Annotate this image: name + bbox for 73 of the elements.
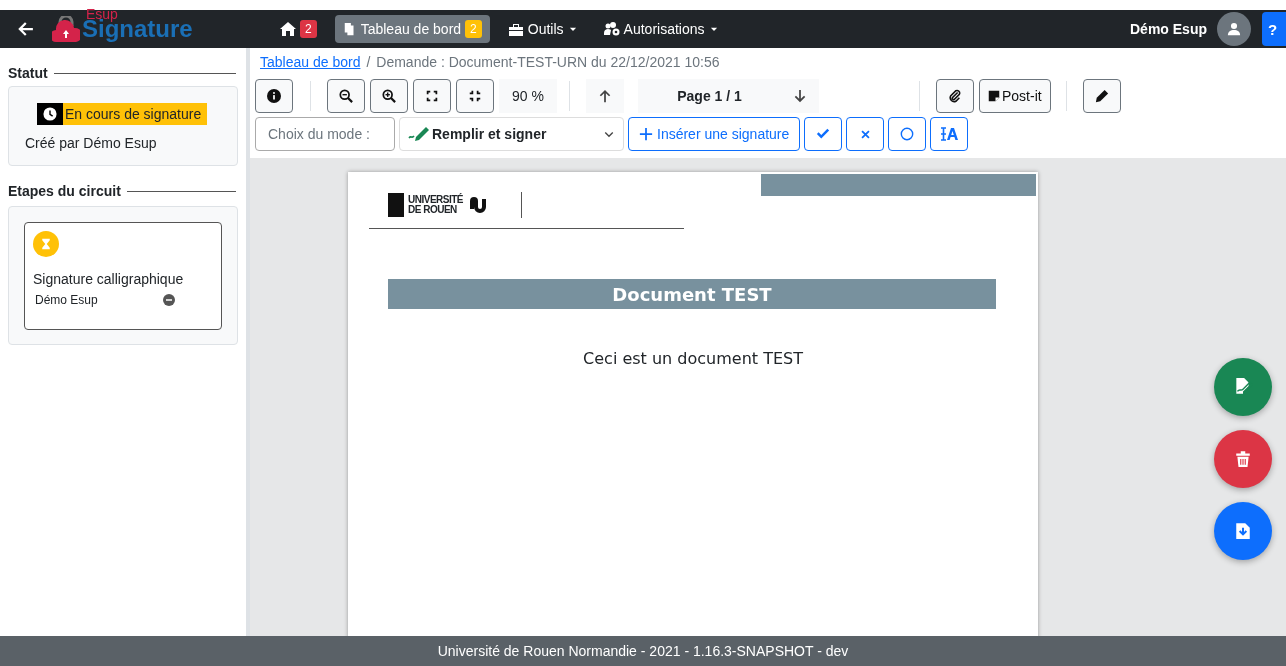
count-badge: 2	[465, 20, 482, 38]
previous-page-button[interactable]	[586, 79, 624, 113]
circle-icon	[900, 127, 915, 141]
zoom-level: 90 %	[499, 79, 557, 113]
download-button[interactable]	[1214, 502, 1272, 560]
plus-icon	[639, 127, 653, 141]
post-it-button[interactable]: Post-it	[979, 79, 1051, 113]
page-indicator: Page 1 / 1	[638, 79, 781, 113]
nav-item[interactable]: 2	[272, 15, 325, 43]
file-download-icon	[1234, 522, 1252, 540]
insert-signature-button[interactable]: Insérer une signature	[628, 117, 801, 151]
paperclip-icon	[948, 89, 962, 103]
clock-icon	[43, 107, 57, 121]
pencil-icon	[1094, 89, 1109, 103]
arrow-left-icon	[16, 20, 34, 38]
document-heading: Document TEST	[388, 279, 996, 309]
info-icon	[267, 89, 281, 103]
breadcrumb-current: Demande : Document-TEST-URN du 22/12/2021 10:56	[376, 54, 720, 72]
zoom-in-icon	[382, 89, 396, 103]
signer-name: Démo Esup	[35, 293, 99, 307]
check-icon	[816, 127, 831, 141]
compress-icon	[468, 89, 482, 103]
nav-item[interactable]: Outils	[499, 16, 586, 42]
step-name: Signature calligraphique	[33, 271, 185, 287]
zoom-in-button[interactable]	[370, 79, 408, 113]
toolbox-icon	[507, 21, 524, 37]
breadcrumb-separator: /	[366, 54, 371, 72]
avatar[interactable]	[1217, 12, 1251, 46]
logo-text: DE ROUEN	[408, 205, 458, 215]
shrink-button[interactable]	[456, 79, 494, 113]
zoom-out-icon	[339, 89, 353, 103]
cross-button[interactable]	[846, 117, 885, 151]
sign-button[interactable]	[1214, 358, 1272, 416]
user-name: Démo Esup	[1130, 21, 1207, 37]
check-button[interactable]	[804, 117, 843, 151]
circle-button[interactable]	[888, 117, 927, 151]
next-page-button[interactable]	[781, 79, 819, 113]
creator-text: Créé par Démo Esup	[25, 135, 158, 151]
nav-item[interactable]: Tableau de bord 2	[334, 15, 490, 43]
knot-logo-icon	[467, 195, 489, 215]
nav-item[interactable]: Autorisations	[595, 16, 727, 42]
close-icon	[859, 128, 871, 140]
attach-button[interactable]	[936, 79, 974, 113]
text-cursor-icon	[939, 126, 960, 142]
footer-text: Université de Rouen Normandie - 2021 - 1.16.3-SNAPSHOT - dev	[0, 636, 1286, 666]
user-icon	[1227, 22, 1241, 36]
help-button[interactable]: ?	[1262, 12, 1286, 46]
trash-icon	[1234, 450, 1252, 468]
copy-icon	[342, 22, 357, 36]
minus-circle-icon	[163, 294, 175, 306]
document-text: Ceci est un document TEST	[582, 349, 804, 368]
logo-text: UNIVERSITÉ	[408, 195, 463, 205]
arrow-down-icon	[793, 89, 807, 103]
status-badge: En cours de signature	[37, 103, 208, 125]
cloud-lock-icon	[52, 16, 80, 42]
zoom-out-button[interactable]	[327, 79, 365, 113]
mode-label: Choix du mode :	[255, 117, 395, 151]
users-cog-icon	[603, 21, 620, 37]
edit-button[interactable]	[1082, 79, 1121, 113]
section-title: Etapes du circuit	[8, 183, 121, 199]
home-icon	[280, 21, 296, 37]
expand-icon	[425, 89, 439, 103]
arrow-up-icon	[598, 89, 612, 103]
text-tool-button[interactable]	[930, 117, 969, 151]
mode-select[interactable]: Remplir et signer	[399, 117, 624, 151]
count-badge: 2	[300, 20, 317, 38]
signature-pencil-icon	[408, 126, 430, 142]
section-title: Statut	[8, 65, 48, 81]
info-button[interactable]	[255, 79, 293, 113]
breadcrumb-link[interactable]: Tableau de bord	[260, 54, 361, 72]
note-icon	[988, 90, 1000, 102]
delete-button[interactable]	[1214, 430, 1272, 488]
fullscreen-button[interactable]	[413, 79, 451, 113]
